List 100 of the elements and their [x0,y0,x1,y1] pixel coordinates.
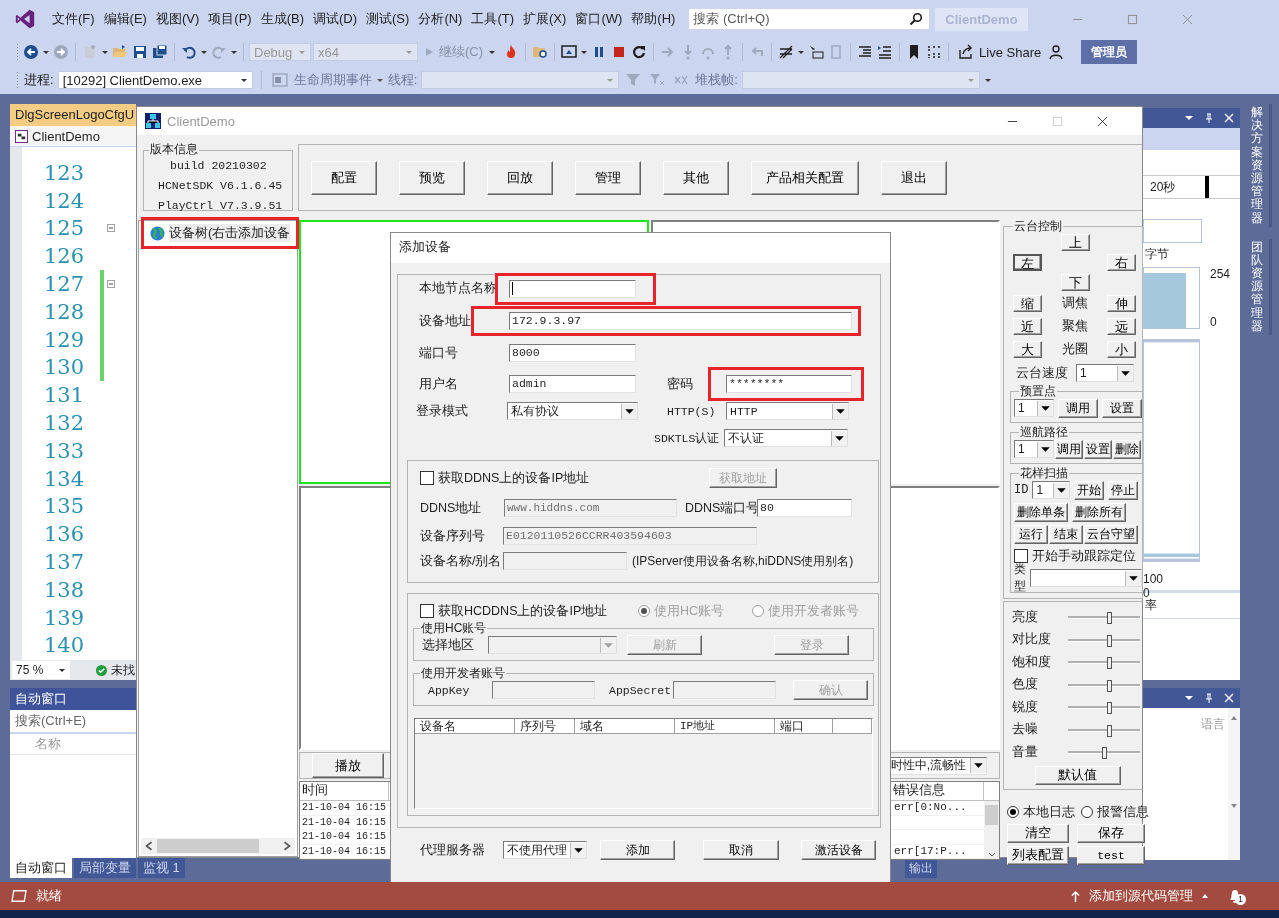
button[interactable]: 调用 [1058,398,1098,418]
menu-item[interactable]: 帮助(H) [631,10,676,28]
tree-item[interactable]: 设备树(右击添加设备 [169,224,291,242]
button[interactable]: 缩 [1013,295,1042,312]
button[interactable]: 清空 [1007,823,1069,843]
slider[interactable] [1068,611,1140,624]
button[interactable]: 伸 [1107,295,1136,312]
tab[interactable]: 监视 1 [138,858,185,878]
source-control-button[interactable]: 添加到源代码管理 [1089,887,1193,905]
dropdown[interactable]: 不使用代理 [503,841,587,859]
scrollbar[interactable] [1228,708,1240,860]
button[interactable]: 删除所有 [1072,502,1126,522]
tab[interactable]: 自动窗口 [10,858,72,878]
dropdown[interactable]: 1 [1014,440,1054,458]
column-header[interactable]: 域名 [575,719,675,734]
scrollbar[interactable] [984,801,999,859]
button[interactable]: 管理 [575,160,641,195]
checkbox[interactable] [420,471,434,485]
button[interactable]: 设置 [1102,398,1142,418]
back-icon[interactable] [23,44,39,60]
cursor-icon[interactable] [808,44,825,60]
menu-item[interactable]: 扩展(X) [523,10,567,28]
slider[interactable] [1068,656,1140,669]
button[interactable]: 近 [1013,318,1042,335]
button[interactable]: 开始 [1074,480,1105,500]
button[interactable]: 停止 [1108,480,1139,500]
checkbox[interactable] [420,604,434,618]
button[interactable]: 设置 [1084,439,1112,459]
search-field[interactable]: 搜索 (Ctrl+Q) [688,8,931,30]
button[interactable]: 播放 [312,753,384,778]
button[interactable]: 小 [1107,341,1136,358]
button[interactable]: 其他 [663,160,729,195]
column-header[interactable]: 序列号 [515,719,575,734]
checkbox[interactable] [1014,549,1028,563]
menu-item[interactable]: 生成(B) [260,10,304,28]
button[interactable]: 结束 [1049,524,1083,544]
dropdown[interactable]: 私有协议 [507,402,638,420]
dropdown[interactable]: 1 [1014,399,1054,417]
dropdown[interactable]: 1 [1032,481,1071,499]
scrollbar[interactable] [141,838,295,854]
caret-icon[interactable] [101,48,109,56]
caret-icon[interactable] [58,666,66,674]
person-icon[interactable] [1048,44,1065,60]
dropdown-arrow-icon[interactable] [1184,113,1194,123]
dropdown[interactable]: HTTP [726,402,849,420]
collapse-icon[interactable] [107,280,115,289]
text-field[interactable]: 8000 [509,344,636,362]
menu-item[interactable]: 工具(T) [471,10,515,28]
menu-item[interactable]: 文件(F) [52,10,95,28]
button[interactable]: 远 [1107,318,1136,335]
save-all-icon[interactable] [152,44,168,60]
button[interactable]: 取消 [703,840,779,860]
dropdown[interactable]: 不认证 [724,429,848,447]
caret-icon[interactable] [200,48,208,56]
menu-item[interactable]: 调试(D) [313,10,358,28]
column-header[interactable]: IP地址 [675,719,775,734]
menu-item[interactable]: 视图(V) [155,10,200,28]
comment-icon[interactable] [877,44,894,60]
scroll-down-icon[interactable] [1230,802,1238,810]
text-field[interactable]: admin [509,375,636,393]
caret-icon[interactable] [580,48,589,56]
button[interactable]: 回放 [487,160,553,195]
scroll-up-icon[interactable] [1230,714,1238,722]
text-field[interactable]: 172.9.3.97 [509,312,852,330]
column-header[interactable]: 时间 [300,782,389,800]
restart-icon[interactable] [631,44,648,60]
button[interactable]: 大 [1013,341,1042,358]
caret-icon[interactable] [239,76,248,84]
button[interactable]: 预览 [399,160,465,195]
button[interactable]: 保存 [1077,823,1145,843]
scroll-down-icon[interactable] [987,851,996,859]
slider[interactable] [1068,701,1140,714]
process-dropdown[interactable]: [10292] ClientDemo.exe [57,71,253,89]
window-icon[interactable] [561,44,578,60]
dropdown[interactable]: 1 [1076,364,1134,382]
button[interactable]: 下 [1060,273,1090,291]
button[interactable]: 列表配置 [1007,845,1069,865]
button[interactable]: 产品相关配置 [751,160,859,195]
button[interactable]: 调用 [1055,439,1083,459]
caret-icon[interactable] [42,48,50,56]
document-tab[interactable]: DlgScreenLogoCfgU [10,104,136,126]
collapse-icon[interactable] [107,224,115,233]
button[interactable]: 默认值 [1034,765,1121,785]
column-header[interactable]: 设备名 [415,719,515,734]
slider[interactable] [1068,746,1140,759]
button[interactable]: 删除 [1113,439,1141,459]
menu-item[interactable]: 测试(S) [366,10,410,28]
caret-icon[interactable] [230,48,238,56]
thread-icon[interactable] [778,44,795,60]
dropdown[interactable] [1030,569,1142,587]
slider[interactable] [1068,723,1140,736]
scroll-right-icon[interactable] [282,841,292,851]
pin-icon[interactable] [1204,693,1214,703]
button[interactable]: 右 [1107,253,1136,271]
zoom-dropdown[interactable]: 75 % [12,661,70,679]
button[interactable]: 左 [1013,253,1042,271]
bookmark-list-icon[interactable] [926,44,943,60]
button[interactable]: 删除单条 [1014,502,1068,522]
slider[interactable] [1068,678,1140,691]
save-icon[interactable] [132,44,148,60]
